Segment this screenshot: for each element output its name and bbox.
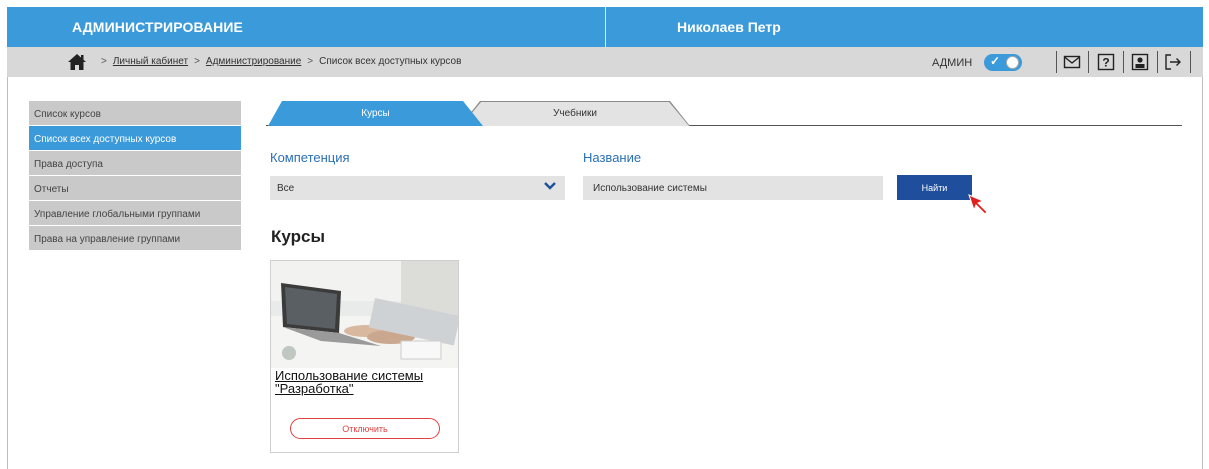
breadcrumb-current: Список всех доступных курсов xyxy=(319,56,462,67)
admin-label: АДМИН xyxy=(932,57,973,69)
breadcrumb-bar: > Личный кабинет > Администрирование > Список… xyxy=(7,47,1203,77)
toolbar-divider xyxy=(1190,51,1191,73)
toolbar-divider xyxy=(1056,51,1057,73)
svg-text:?: ? xyxy=(1102,56,1109,70)
breadcrumb-separator: > xyxy=(194,56,200,67)
competence-select[interactable]: Все xyxy=(270,176,565,200)
check-icon: ✓ xyxy=(990,54,1001,68)
logout-icon[interactable] xyxy=(1164,53,1182,71)
competence-label: Компетенция xyxy=(270,150,350,165)
help-icon[interactable]: ? xyxy=(1097,53,1115,71)
course-card: Использование системы "Разработка" Отклю… xyxy=(270,260,459,453)
user-name[interactable]: Николаев Петр xyxy=(677,19,781,35)
tab-courses[interactable]: Курсы xyxy=(268,101,483,126)
sidebar-item-global-groups[interactable]: Управление глобальными группами xyxy=(29,201,241,225)
home-icon[interactable] xyxy=(67,52,87,72)
toolbar-divider xyxy=(1088,51,1089,73)
search-button[interactable]: Найти xyxy=(897,175,972,200)
breadcrumb-separator: > xyxy=(307,56,314,67)
mail-icon[interactable] xyxy=(1063,53,1081,71)
sidebar-item-access-rights[interactable]: Права доступа xyxy=(29,151,241,175)
tab-textbooks[interactable]: Учебники xyxy=(461,102,689,126)
name-label: Название xyxy=(583,150,642,165)
admin-toggle[interactable]: ✓ xyxy=(984,54,1022,71)
chevron-down-icon xyxy=(544,182,556,190)
breadcrumb-administration[interactable]: Администрирование xyxy=(206,56,301,67)
breadcrumb-separator: > xyxy=(101,56,107,67)
toolbar-divider xyxy=(1157,51,1158,73)
toolbar-divider xyxy=(1123,51,1124,73)
profile-icon[interactable] xyxy=(1131,53,1149,71)
header-divider xyxy=(605,7,606,47)
toggle-knob xyxy=(1006,56,1019,69)
sidebar-item-group-management-rights[interactable]: Права на управление группами xyxy=(29,226,241,250)
top-header: АДМИНИСТРИРОВАНИЕ Николаев Петр xyxy=(7,7,1203,47)
course-name-input[interactable]: Использование системы xyxy=(583,176,883,200)
sidebar-item-all-available-courses[interactable]: Список всех доступных курсов xyxy=(29,126,241,150)
app-title: АДМИНИСТРИРОВАНИЕ xyxy=(72,19,243,35)
breadcrumb: > Личный кабинет > Администрирование > Список… xyxy=(95,56,461,67)
tab-bar: Учебники Курсы xyxy=(266,101,1182,126)
sidebar: Список курсов Список всех доступных курс… xyxy=(29,101,241,251)
course-title-link[interactable]: Использование системы "Разработка" xyxy=(275,369,455,395)
sidebar-item-course-list[interactable]: Список курсов xyxy=(29,101,241,125)
course-thumbnail[interactable] xyxy=(271,261,458,368)
courses-section-title: Курсы xyxy=(271,227,325,246)
mouse-cursor-icon xyxy=(968,194,988,215)
breadcrumb-personal-cabinet[interactable]: Личный кабинет xyxy=(113,56,188,67)
competence-select-value: Все xyxy=(277,183,295,194)
disable-course-button[interactable]: Отключить xyxy=(290,418,440,439)
sidebar-item-reports[interactable]: Отчеты xyxy=(29,176,241,200)
